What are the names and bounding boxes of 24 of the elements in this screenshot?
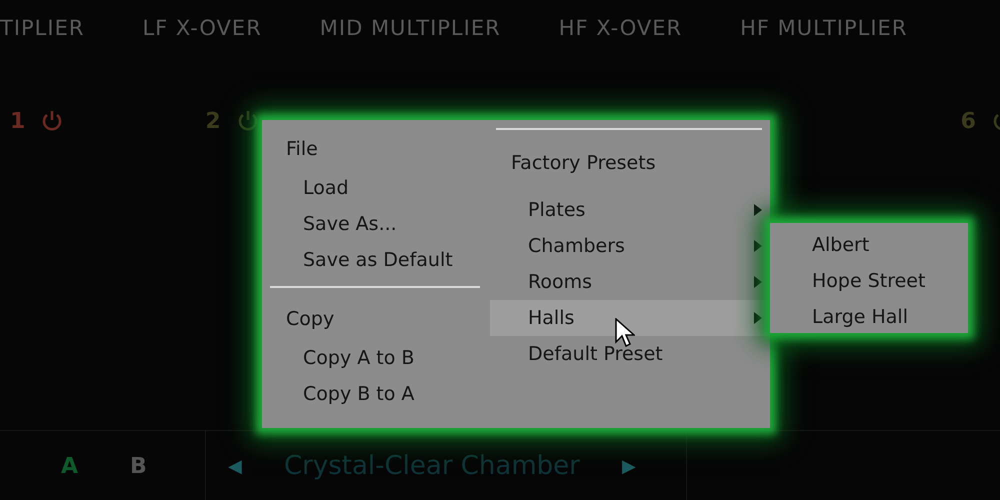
menu-item[interactable]: Hope Street bbox=[770, 263, 968, 299]
menu-item[interactable]: Plates bbox=[490, 192, 770, 228]
section-label: HF X-OVER bbox=[558, 16, 682, 42]
section-label: HF MULTIPLIER bbox=[740, 16, 908, 42]
section-label: MID MULTIPLIER bbox=[320, 16, 501, 42]
ab-button[interactable]: B bbox=[124, 449, 153, 483]
menu-item[interactable]: Chambers bbox=[490, 228, 770, 264]
menu-item[interactable]: Copy B to A bbox=[270, 376, 488, 412]
menu-item[interactable]: Save As... bbox=[270, 206, 488, 242]
menu-item[interactable]: Load bbox=[270, 170, 488, 206]
menu-item[interactable]: Large Hall bbox=[770, 299, 968, 335]
mouse-pointer-icon bbox=[615, 318, 635, 348]
menu-item[interactable]: Copy A to B bbox=[270, 340, 488, 376]
section-label: TIPLIER bbox=[0, 16, 84, 42]
section-label: LF X-OVER bbox=[142, 16, 262, 42]
menu-item[interactable]: Save as Default bbox=[270, 242, 488, 278]
menu-header: Factory Presets bbox=[510, 151, 657, 176]
band-number: 1 bbox=[10, 108, 26, 134]
menu-item[interactable]: Default Preset bbox=[490, 336, 770, 372]
menu-header: File bbox=[285, 137, 319, 162]
menu-header: Copy bbox=[285, 307, 336, 332]
menu-item[interactable]: Rooms bbox=[490, 264, 770, 300]
menu-item[interactable]: Halls bbox=[490, 300, 770, 336]
menu-item[interactable]: Albert bbox=[770, 227, 968, 263]
